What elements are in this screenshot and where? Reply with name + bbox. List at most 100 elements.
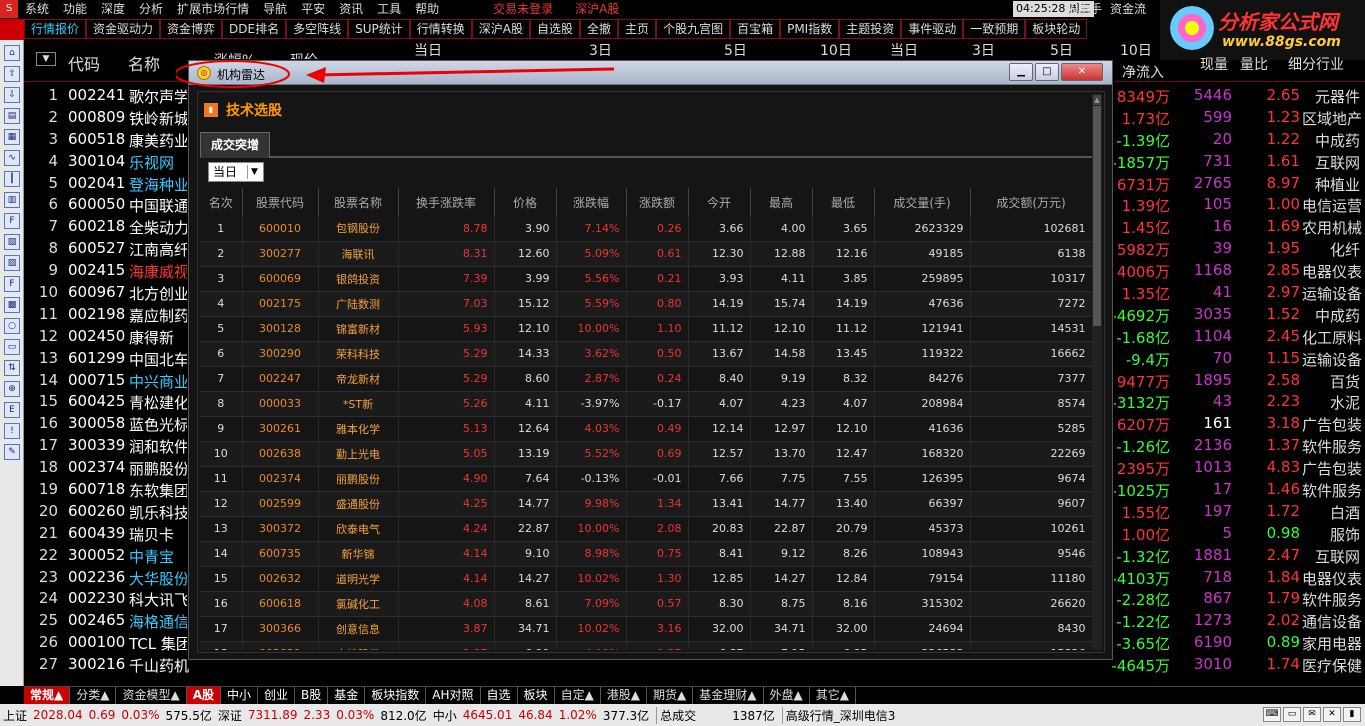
news-icon[interactable]: ▩ (4, 297, 20, 313)
table-header-cell[interactable]: 涨跌幅 (556, 188, 627, 216)
menu-depth[interactable]: 深度 (94, 0, 132, 18)
close-button[interactable]: ✕ (1061, 63, 1103, 81)
tab-pmi[interactable]: PMI指数 (780, 19, 840, 39)
tab-dde-rank[interactable]: DDE排名 (222, 19, 287, 39)
arrow-up-icon[interactable]: ⇧ (4, 66, 20, 82)
signal-icon[interactable]: ▮ (1343, 707, 1361, 722)
table-header-cell[interactable]: 成交额(万元) (970, 188, 1092, 216)
table-header-cell[interactable]: 价格 (494, 188, 557, 216)
menu-help[interactable]: 帮助 (408, 0, 446, 18)
dialog-titlebar[interactable]: ◎ 机构雷达 ▁ □ ✕ (189, 61, 1112, 85)
menu-system[interactable]: 系统 (18, 0, 56, 18)
menu-tools[interactable]: 工具 (370, 0, 408, 18)
menu-navigation[interactable]: 导航 (256, 0, 294, 18)
table-row[interactable]: 9 300261 雅本化学 5.13 12.64 4.03% 0.49 12.14 12.97 1… (200, 416, 1092, 442)
table-header-cell[interactable]: 名次 (200, 188, 243, 216)
menu-pingan[interactable]: 平安 (294, 0, 332, 18)
tools-icon[interactable]: ✕ (1323, 707, 1341, 722)
tab-long-short[interactable]: 多空阵线 (286, 19, 349, 39)
col-today-b[interactable]: 当日 (890, 40, 918, 60)
col-current-volume[interactable]: 现量 (1200, 54, 1228, 74)
btab-sector[interactable]: 板块 (518, 687, 555, 705)
bars-icon[interactable]: ▥ (4, 192, 20, 208)
mail-icon[interactable]: ✉ (1303, 707, 1321, 722)
table-row[interactable]: 8 000033 *ST新 5.26 4.11 -3.97% -0.17 4.07 4.23 4.… (200, 391, 1092, 417)
report-icon[interactable]: ▧ (4, 234, 20, 250)
table-header-cell[interactable]: 股票名称 (318, 188, 399, 216)
btab-sector-index[interactable]: 板块指数 (365, 687, 427, 705)
table-row[interactable]: 18002021中捷股份3.876.994.00%0.276.877.156.8… (200, 641, 1092, 650)
tools-icon[interactable]: ✎ (4, 444, 20, 460)
table-header-cell[interactable]: 今开 (688, 188, 751, 216)
line-chart-icon[interactable]: ∿ (4, 150, 20, 166)
market-label[interactable]: 深沪A股 (568, 0, 626, 18)
tab-volume-surge[interactable]: 成交突增 (200, 132, 271, 158)
menu-news[interactable]: 资讯 (332, 0, 370, 18)
table-header-cell[interactable]: 股票代码 (242, 188, 319, 216)
table-row[interactable]: 11 002374 丽鹏股份 4.90 7.64 -0.13% -0.01 7.66 7.75 7… (200, 466, 1092, 492)
table-row[interactable]: 1 600010 包钢股份 8.78 3.90 7.14% 0.26 3.66 4.00 3.65… (200, 216, 1092, 242)
col-5day-a[interactable]: 5日 (724, 40, 747, 60)
btab-watchlist[interactable]: 自选 (481, 687, 518, 705)
col-3day-a[interactable]: 3日 (589, 40, 612, 60)
server-name[interactable]: 高级行情_深圳电信3 (781, 706, 899, 724)
table-row[interactable]: 17 300366 创意信息 3.87 34.71 10.02% 3.16 32.00 34.7… (200, 616, 1092, 642)
menu-analysis[interactable]: 分析 (132, 0, 170, 18)
tab-theme-invest[interactable]: 主题投资 (839, 19, 902, 39)
tab-treasure-box[interactable]: 百宝箱 (730, 19, 781, 39)
col-name[interactable]: 名称 (128, 51, 160, 75)
tab-quotes[interactable]: 行情报价 (24, 19, 87, 39)
table-row[interactable]: 15 002632 道明光学 4.14 14.27 10.02% 1.30 12.85 14.2… (200, 566, 1092, 592)
alert-icon[interactable]: ! (4, 423, 20, 439)
window-icon[interactable]: ▭ (1283, 707, 1301, 722)
table-row[interactable]: 14 600735 新华锦 4.14 9.10 8.98% 0.75 8.41 9.12 8.26… (200, 541, 1092, 567)
table-header-cell[interactable]: 最高 (750, 188, 813, 216)
f10-icon[interactable]: F (4, 213, 20, 229)
table-header-cell[interactable]: 涨跌额 (626, 188, 689, 216)
col-10day-a[interactable]: 10日 (820, 40, 852, 60)
table-header-cell[interactable]: 换手涨跌率 (398, 188, 495, 216)
tab-fund-drive[interactable]: 资金驱动力 (86, 19, 161, 39)
tab-home[interactable]: 主页 (618, 19, 657, 39)
col-10day-b[interactable]: 10日 (1120, 40, 1152, 60)
btab-fund-model[interactable]: 资金模型▲ (116, 687, 187, 705)
doc-icon[interactable]: ▨ (4, 255, 20, 271)
period-select[interactable]: 当日 ▼ (208, 162, 264, 182)
col-3day-b[interactable]: 3日 (972, 40, 995, 60)
tab-quote-switch[interactable]: 行情转换 (409, 19, 472, 39)
btab-sme[interactable]: 中小 (221, 687, 259, 705)
tab-sector-rotation[interactable]: 板块轮动 (1025, 19, 1088, 39)
btab-fund-finance[interactable]: 基金理财▲ (693, 687, 764, 705)
table-header-cell[interactable]: 最低 (812, 188, 875, 216)
col-industry[interactable]: 细分行业 (1288, 54, 1344, 74)
sort-icon[interactable]: ⇅ (4, 360, 20, 376)
tab-sup-stats[interactable]: SUP统计 (348, 19, 410, 39)
col-code[interactable]: 代码 (68, 51, 100, 75)
tab-watchlist[interactable]: 自选股 (530, 19, 581, 39)
maximize-button[interactable]: □ (1035, 63, 1059, 81)
table-header-cell[interactable]: 成交量(手) (874, 188, 971, 216)
table-row[interactable]: 4 002175 广陆数测 7.03 15.12 5.59% 0.80 14.19 15.74 1… (200, 291, 1092, 317)
chart-icon[interactable]: ▤ (4, 108, 20, 124)
tab-nine-grid[interactable]: 个股九宫图 (656, 19, 731, 39)
table-row[interactable]: 7 002247 帝龙新材 5.29 8.60 2.87% 0.24 8.40 9.19 8.32… (200, 366, 1092, 392)
table-row[interactable]: 2 300277 海联讯 8.31 12.60 5.09% 0.61 12.30 12.88 12… (200, 241, 1092, 267)
menu-extended-market[interactable]: 扩展市场行情 (170, 0, 256, 18)
table-row[interactable]: 16 600618 氯碱化工 4.08 8.61 7.09% 0.57 8.30 8.75 8.1… (200, 591, 1092, 617)
tab-a-shares[interactable]: 深沪A股 (471, 19, 531, 39)
circle-icon[interactable]: ○ (4, 318, 20, 334)
btab-b-shares[interactable]: B股 (295, 687, 329, 705)
chevron-down-icon[interactable]: ▼ (247, 165, 261, 179)
menu-function[interactable]: 功能 (56, 0, 94, 18)
btab-chinext[interactable]: 创业 (258, 687, 296, 705)
tab-event-drive[interactable]: 事件驱动 (901, 19, 964, 39)
btab-custom[interactable]: 自定▲ (555, 687, 601, 705)
tab-consensus[interactable]: 一致预期 (963, 19, 1026, 39)
scroll-up-icon[interactable]: ▲ (1093, 95, 1101, 105)
candle-icon[interactable]: ┃ (4, 171, 20, 187)
grid-icon[interactable]: ▦ (4, 129, 20, 145)
flash-trade-button[interactable]: 闪电手 (1066, 0, 1102, 18)
btab-hk[interactable]: 港股▲ (601, 687, 648, 705)
table-row[interactable]: 3 600069 银鸽投资 7.39 3.99 5.56% 0.21 3.93 4.11 3.85… (200, 266, 1092, 292)
folder-icon[interactable]: ▭ (4, 339, 20, 355)
